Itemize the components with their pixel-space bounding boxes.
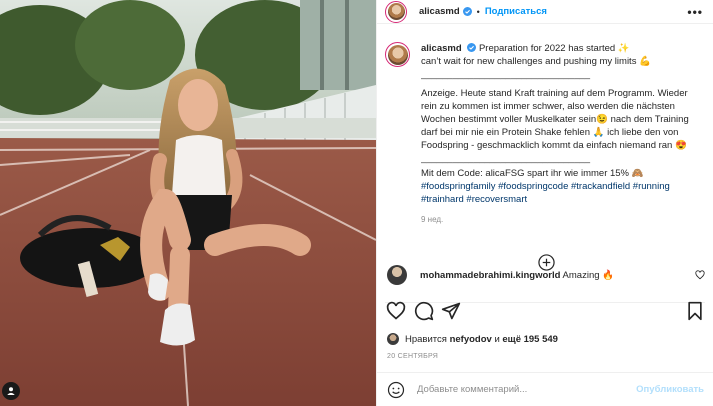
comment: mohammadebrahimi.kingworld Amazing 🔥 [387, 265, 705, 285]
commenter-username[interactable]: mohammadebrahimi.kingworld [420, 270, 560, 281]
header-separator: • [476, 6, 480, 17]
comment-body: Amazing 🔥 [562, 269, 614, 281]
post-header: alicasmd • Подписаться ••• [377, 0, 713, 24]
caption-paragraph-3: Mit dem Code: alicaFSG spart ihr wie imm… [421, 168, 644, 179]
emoji-smile-icon[interactable] [387, 381, 405, 399]
caption-time-ago[interactable]: 9 нед. [421, 215, 703, 224]
comment-like-heart-icon[interactable] [695, 270, 705, 280]
hashtag-link[interactable]: #trackandfield [571, 181, 630, 192]
caption-username[interactable]: alicasmd [421, 43, 462, 54]
caption: alicasmd Preparation for 2022 has starte… [385, 42, 703, 206]
verified-badge-icon [462, 7, 472, 16]
caption-line-2: can’t wait for new challenges and pushin… [421, 56, 651, 67]
photo-illustration [0, 0, 376, 406]
caption-divider: ________________________________ [421, 69, 591, 80]
likes-conjunction: и [494, 333, 500, 345]
comment-input[interactable] [417, 384, 627, 395]
caption-divider-2: ________________________________ [421, 153, 591, 164]
hashtag-link[interactable]: #running [633, 181, 670, 192]
hashtag-link[interactable]: #recoversmart [466, 194, 527, 205]
more-options-icon[interactable]: ••• [687, 5, 703, 19]
comment-text: mohammadebrahimi.kingworld Amazing 🔥 [420, 270, 614, 281]
like-heart-icon[interactable] [386, 301, 406, 321]
save-bookmark-icon[interactable] [685, 301, 705, 321]
add-comment-bar: Опубликовать [377, 372, 713, 406]
tagged-users-button[interactable] [2, 382, 20, 400]
comments-area[interactable]: alicasmd Preparation for 2022 has starte… [377, 24, 713, 406]
caption-line-1: Preparation for 2022 has started ✨ [478, 43, 630, 54]
follow-button[interactable]: Подписаться [485, 6, 547, 17]
liker-username[interactable]: nefyodov [450, 334, 492, 345]
caption-paragraph-2: Anzeige. Heute stand Kraft training auf … [421, 88, 689, 151]
instagram-post: alicasmd • Подписаться ••• alicasmd Prep… [0, 0, 713, 406]
hashtag-link[interactable]: #foodspringcode [498, 181, 568, 192]
verified-badge-icon [467, 43, 477, 52]
author-username[interactable]: alicasmd [419, 6, 460, 17]
hashtag-link[interactable]: #trainhard [421, 194, 464, 205]
publish-button[interactable]: Опубликовать [636, 384, 704, 395]
post-date[interactable]: 20 СЕНТЯБРЯ [387, 353, 438, 360]
author-avatar[interactable] [385, 0, 407, 23]
post-photo[interactable] [0, 0, 376, 406]
liker-avatar[interactable] [387, 333, 399, 345]
likes-prefix: Нравится [405, 333, 447, 345]
share-paper-plane-icon[interactable] [441, 301, 461, 321]
likes-summary: Нравится nefyodov и ещё 195 549 [387, 333, 558, 345]
post-actions [385, 301, 705, 321]
post-sidebar: alicasmd • Подписаться ••• alicasmd Prep… [376, 0, 713, 406]
likes-count-link[interactable]: ещё 195 549 [502, 334, 558, 345]
hashtag-link[interactable]: #foodspringfamily [421, 181, 495, 192]
person-icon [7, 387, 15, 395]
comment-bubble-icon[interactable] [414, 301, 434, 321]
commenter-avatar[interactable] [387, 265, 407, 285]
caption-hashtags: #foodspringfamily #foodspringcode #track… [421, 180, 701, 206]
caption-text: alicasmd Preparation for 2022 has starte… [421, 42, 701, 206]
caption-author-avatar[interactable] [385, 42, 410, 67]
